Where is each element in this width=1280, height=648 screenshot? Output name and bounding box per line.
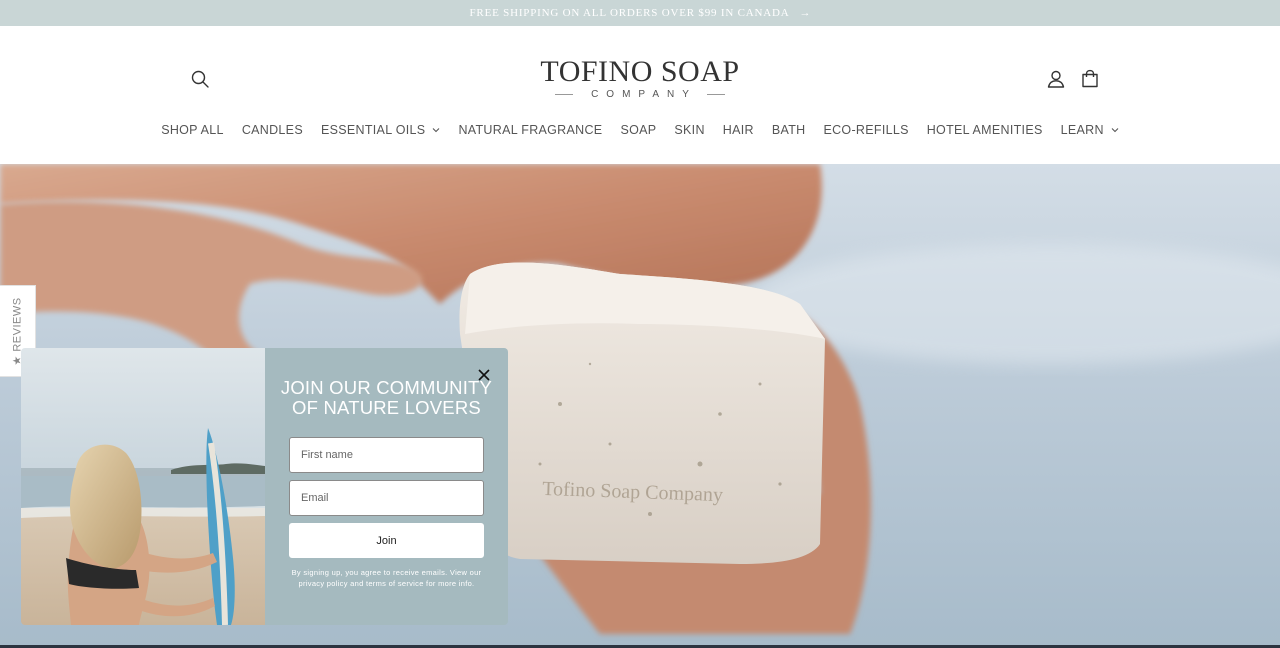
account-icon — [1047, 70, 1065, 88]
popup-title-line-1: JOIN OUR COMMUNITY — [280, 377, 493, 398]
logo-subline: COMPANY — [540, 89, 740, 100]
popup-title: JOIN OUR COMMUNITY OF NATURE LOVERS — [265, 378, 508, 418]
chevron-down-icon — [433, 128, 440, 133]
nav-item-label: HOTEL AMENITIES — [926, 123, 1043, 137]
newsletter-popup: JOIN OUR COMMUNITY OF NATURE LOVERS Join… — [21, 348, 508, 625]
nav-item-eco-refills[interactable]: ECO-REFILLS — [814, 123, 917, 137]
popup-title-line-2: OF NATURE LOVERS — [292, 397, 481, 418]
popup-image — [21, 348, 265, 625]
logo-wordmark: TOFINO SOAP — [540, 55, 740, 88]
nav-item-bath[interactable]: BATH — [763, 123, 815, 137]
nav-item-label: SOAP — [620, 123, 657, 137]
nav-item-candles[interactable]: CANDLES — [233, 123, 312, 137]
arrow-right-icon: → — [799, 7, 811, 19]
nav-item-label: ESSENTIAL OILS — [320, 123, 426, 137]
logo-sub-text: COMPANY — [591, 89, 697, 100]
email-field[interactable] — [289, 480, 484, 516]
popup-disclaimer: By signing up, you agree to receive emai… — [291, 568, 482, 588]
nav-item-skin[interactable]: SKIN — [665, 123, 713, 137]
nav-item-natural-fragrance[interactable]: NATURAL FRAGRANCE — [449, 123, 611, 137]
first-name-field[interactable] — [289, 437, 484, 473]
popup-form-panel: JOIN OUR COMMUNITY OF NATURE LOVERS Join… — [265, 348, 508, 625]
announcement-bar[interactable]: FREE SHIPPING ON ALL ORDERS OVER $99 IN … — [0, 0, 1280, 26]
nav-item-soap[interactable]: SOAP — [611, 123, 665, 137]
surfer-image — [21, 348, 265, 625]
search-icon — [191, 70, 209, 88]
nav-item-learn[interactable]: LEARN — [1052, 123, 1128, 137]
nav-item-label: HAIR — [722, 123, 754, 137]
account-button[interactable] — [1045, 68, 1067, 90]
nav-item-essential-oils[interactable]: ESSENTIAL OILS — [312, 123, 449, 137]
join-button[interactable]: Join — [289, 523, 484, 558]
main-nav: SHOP ALL CANDLES ESSENTIAL OILS NATURAL … — [0, 123, 1280, 137]
logo-rule-right — [706, 94, 725, 95]
nav-item-label: BATH — [771, 123, 806, 137]
nav-item-label: SHOP ALL — [161, 123, 224, 137]
chevron-down-icon — [1111, 128, 1119, 133]
announcement-text: FREE SHIPPING ON ALL ORDERS OVER $99 IN … — [469, 7, 790, 19]
site-logo[interactable]: TOFINO SOAP COMPANY — [540, 55, 740, 101]
search-button[interactable] — [189, 68, 211, 90]
nav-item-label: ECO-REFILLS — [823, 123, 909, 137]
logo-rule-left — [555, 94, 574, 95]
nav-item-hotel-amenities[interactable]: HOTEL AMENITIES — [918, 123, 1052, 137]
nav-item-label: NATURAL FRAGRANCE — [458, 123, 603, 137]
cart-button[interactable] — [1079, 68, 1101, 90]
site-header: TOFINO SOAP COMPANY SHOP ALL CANDLES ESS… — [0, 26, 1280, 164]
nav-item-shop-all[interactable]: SHOP ALL — [152, 123, 233, 137]
nav-item-hair[interactable]: HAIR — [714, 123, 763, 137]
nav-item-label: LEARN — [1060, 123, 1104, 137]
nav-item-label: SKIN — [674, 123, 705, 137]
cart-icon — [1082, 69, 1098, 88]
nav-item-label: CANDLES — [241, 123, 303, 137]
